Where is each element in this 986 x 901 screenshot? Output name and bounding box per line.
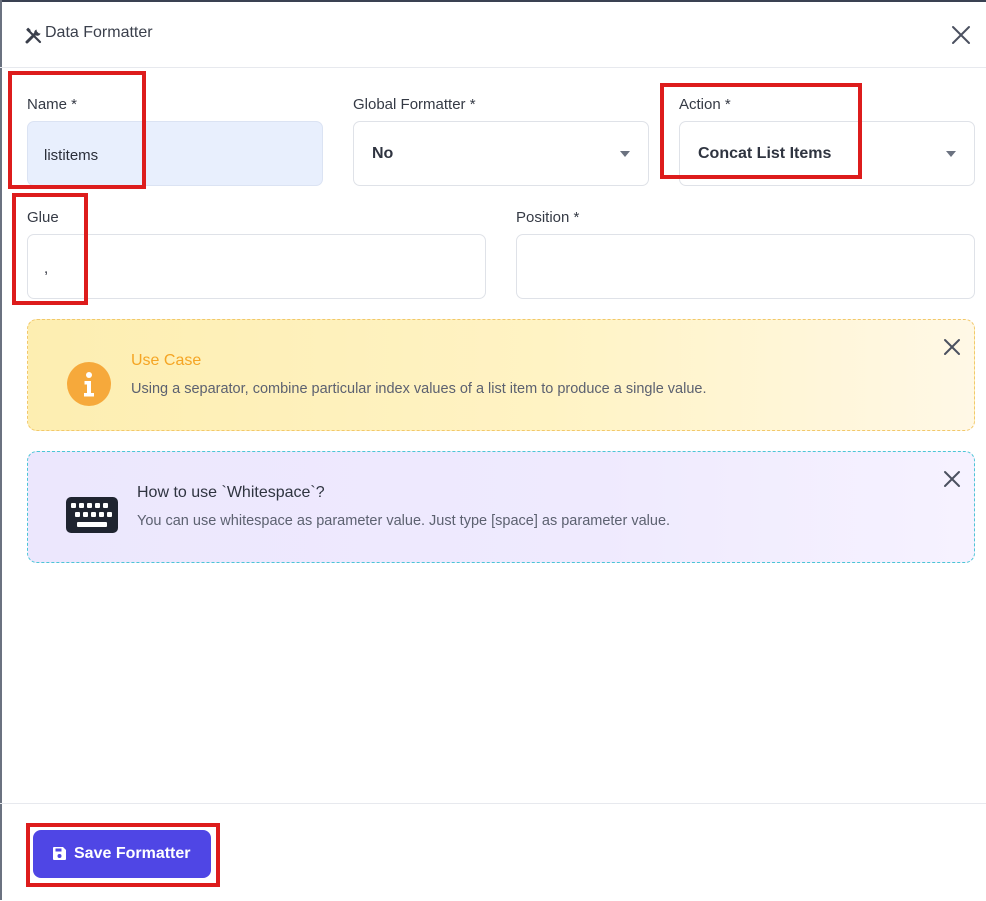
use-case-title: Use Case bbox=[131, 352, 202, 369]
info-icon bbox=[67, 362, 111, 406]
save-icon bbox=[53, 847, 66, 860]
name-field[interactable] bbox=[27, 121, 323, 186]
glue-label: Glue bbox=[27, 209, 59, 226]
close-icon[interactable] bbox=[942, 337, 962, 357]
close-icon[interactable] bbox=[942, 469, 962, 489]
keyboard-icon bbox=[66, 497, 118, 533]
global-formatter-label: Global Formatter * bbox=[353, 96, 476, 113]
close-icon[interactable] bbox=[950, 24, 972, 46]
position-field[interactable] bbox=[516, 234, 975, 299]
save-formatter-button[interactable]: Save Formatter bbox=[33, 830, 211, 878]
glue-field[interactable] bbox=[27, 234, 486, 299]
position-input[interactable] bbox=[531, 255, 964, 281]
glue-input[interactable] bbox=[42, 255, 475, 281]
action-value: Concat List Items bbox=[698, 145, 832, 162]
whitespace-text: You can use whitespace as parameter valu… bbox=[137, 513, 671, 529]
action-label: Action * bbox=[679, 96, 731, 113]
name-label: Name * bbox=[27, 96, 78, 113]
global-formatter-value: No bbox=[372, 145, 394, 162]
use-case-text: Using a separator, combine particular in… bbox=[131, 381, 707, 397]
window-left-border bbox=[0, 0, 2, 900]
position-label: Position * bbox=[516, 209, 580, 226]
whitespace-title: How to use `Whitespace`? bbox=[137, 484, 325, 501]
save-formatter-label: Save Formatter bbox=[74, 845, 191, 862]
global-formatter-select[interactable]: No bbox=[353, 121, 649, 186]
name-input[interactable] bbox=[42, 142, 312, 168]
chevron-down-icon bbox=[946, 151, 956, 157]
whitespace-alert: How to use `Whitespace`? You can use whi… bbox=[27, 451, 975, 563]
action-select[interactable]: Concat List Items bbox=[679, 121, 975, 186]
modal-title: Data Formatter bbox=[45, 24, 153, 41]
chevron-down-icon bbox=[620, 151, 630, 157]
modal-header: Data Formatter bbox=[0, 2, 986, 68]
tools-icon bbox=[25, 27, 42, 44]
use-case-alert: Use Case Using a separator, combine part… bbox=[27, 319, 975, 431]
